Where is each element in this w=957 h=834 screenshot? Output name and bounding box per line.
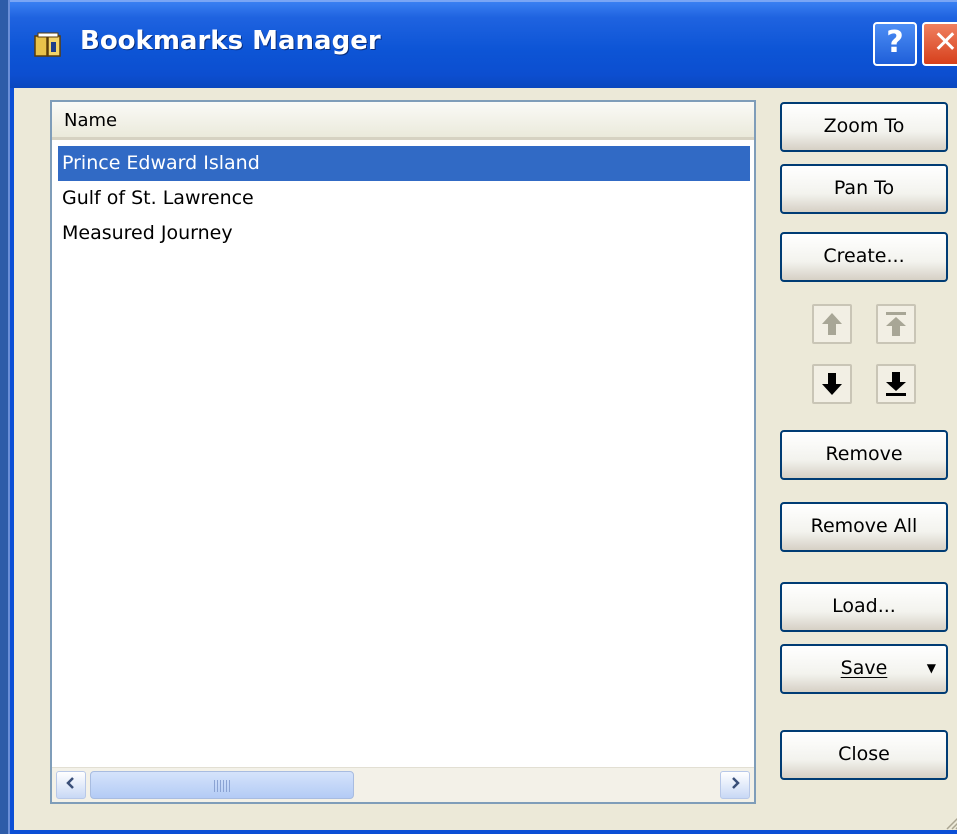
move-to-top-button[interactable] (876, 304, 916, 344)
dialog-body: Name Prince Edward Island Gulf of St. La… (14, 88, 957, 830)
resize-grip-icon[interactable] (943, 814, 957, 830)
arrow-bottom-icon (886, 372, 906, 396)
remove-all-button[interactable]: Remove All (780, 502, 948, 552)
window-title: Bookmarks Manager (80, 26, 381, 56)
column-header-name[interactable]: Name (52, 102, 754, 140)
arrow-up-icon (822, 313, 842, 335)
scroll-thumb[interactable] (90, 771, 354, 799)
column-header-label: Name (64, 110, 118, 131)
move-down-button[interactable] (812, 364, 852, 404)
remove-button[interactable]: Remove (780, 430, 948, 480)
grip-icon (214, 780, 230, 792)
scroll-left-button[interactable] (56, 771, 86, 799)
list-item[interactable]: Measured Journey (58, 216, 750, 251)
arrow-down-icon (822, 373, 842, 395)
dropdown-arrow-icon[interactable]: ▼ (927, 646, 936, 690)
move-to-bottom-button[interactable] (876, 364, 916, 404)
load-button[interactable]: Load... (780, 582, 948, 632)
horizontal-scrollbar[interactable] (52, 767, 754, 802)
close-button[interactable]: Close (780, 730, 948, 780)
save-button-label: Save (840, 657, 888, 679)
chevron-left-icon (66, 777, 74, 789)
chevron-right-icon (732, 777, 740, 789)
save-button[interactable]: Save ▼ (780, 644, 948, 694)
move-up-button[interactable] (812, 304, 852, 344)
title-bar[interactable]: Bookmarks Manager ? ✕ (10, 0, 957, 88)
bookmarks-manager-window: Bookmarks Manager ? ✕ Name Prince Edward… (8, 0, 957, 834)
bookmarks-book-icon (34, 32, 62, 58)
list-item[interactable]: Prince Edward Island (58, 146, 750, 181)
create-button[interactable]: Create... (780, 232, 948, 282)
bookmarks-list[interactable]: Name Prince Edward Island Gulf of St. La… (50, 100, 756, 804)
arrow-top-icon (886, 312, 906, 336)
close-window-button[interactable]: ✕ (922, 22, 957, 66)
zoom-to-button[interactable]: Zoom To (780, 102, 948, 152)
scroll-right-button[interactable] (720, 771, 750, 799)
list-item[interactable]: Gulf of St. Lawrence (58, 181, 750, 216)
pan-to-button[interactable]: Pan To (780, 164, 948, 214)
help-button[interactable]: ? (873, 22, 917, 66)
bookmark-rows: Prince Edward Island Gulf of St. Lawrenc… (52, 146, 754, 251)
